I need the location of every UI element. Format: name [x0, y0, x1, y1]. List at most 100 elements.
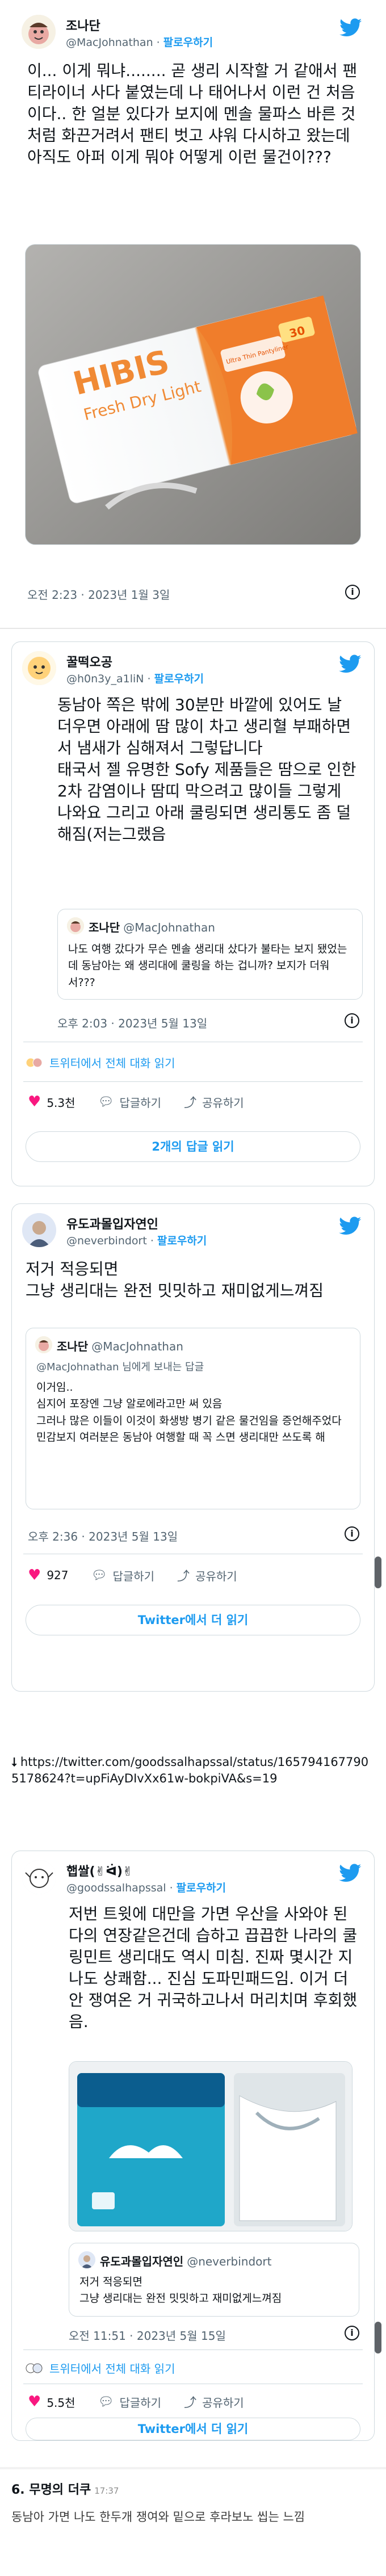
user-name[interactable]: 꿀떡오공	[66, 652, 112, 670]
tweet-photo[interactable]	[69, 2061, 353, 2231]
tweet-timestamp[interactable]: 오전 11:51 · 2023년 5월 15일	[69, 2327, 226, 2343]
source-link-text[interactable]: https://twitter.com/goodssalhapssal/stat…	[11, 1755, 368, 1785]
tweet-text: 동남아 쪽은 밖에 30분만 바깥에 있어도 날 더우면 아래에 땀 많이 차고…	[57, 695, 356, 844]
action-bar: ♥ 5.3천 💬︎ 답글하기 ⤴ 공유하기	[28, 1090, 358, 1113]
divider	[23, 1081, 363, 1082]
tweet-header: 조나단 @MacJohnathan · 팔로우하기	[11, 6, 375, 57]
reply-action[interactable]: 💬︎ 답글하기	[91, 1567, 155, 1584]
comment-header: 6. 무명의 더쿠 17:37	[11, 2479, 119, 2498]
like-action[interactable]: ♥ 5.3천	[28, 1094, 75, 1110]
action-bar: ♥ 5.5천 💬︎ 답글하기 ⤴ 공유하기	[28, 2390, 358, 2413]
tweet-embed-3: 유도과몰입자연인 @neverbindort · 팔로우하기 저거 적응되면 그냥 …	[11, 1203, 375, 1692]
user-handle-row: @neverbindort · 팔로우하기	[66, 1235, 207, 1247]
read-thread-label[interactable]: 트위터에서 전체 대화 읽기	[49, 1054, 175, 1071]
read-replies-button[interactable]: 2개의 답글 읽기	[26, 1131, 360, 1162]
user-handle-row: @goodssalhapssal · 팔로우하기	[66, 1882, 226, 1894]
tweet-embed-2: 꿀떡오공 @h0n3y_a1liN · 팔로우하기 동남아 쪽은 밖에 30분만 바…	[11, 641, 375, 1186]
comment-text: 동남아 가면 나도 한두개 쟁여와 밑으로 후라보노 씹는 느낌	[11, 2510, 305, 2524]
scrollbar-thumb[interactable]	[375, 2322, 381, 2353]
avatar[interactable]	[22, 1860, 56, 1894]
quoted-tweet[interactable]: 조나단 @MacJohnathan 나도 여행 갔다가 무슨 멘솔 생리대 샀다가…	[57, 909, 363, 1000]
tweet-text: 저거 적응되면 그냥 생리대는 완전 밋밋하고 재미없게느껴짐	[26, 1260, 324, 1300]
like-action[interactable]: ♥ 927	[28, 1568, 69, 1583]
follow-button[interactable]: 팔로우하기	[177, 1882, 226, 1894]
follow-button[interactable]: 팔로우하기	[163, 36, 213, 49]
read-more-button[interactable]: Twitter에서 더 읽기	[26, 2418, 360, 2440]
reply-label: 답글하기	[119, 1096, 162, 1110]
mini-avatars-icon	[26, 1058, 43, 1067]
tweet-embed-1: 조나단 @MacJohnathan · 팔로우하기 이... 이게 뭐냐......…	[11, 6, 375, 624]
heart-icon: ♥	[28, 2393, 41, 2410]
quoted-tweet[interactable]: 유도과몰입자연인 @neverbindort 저거 적응되면 그냥 생리대는 완전…	[69, 2243, 359, 2317]
read-more-button[interactable]: Twitter에서 더 읽기	[26, 1605, 360, 1635]
quoted-avatar	[67, 917, 84, 934]
user-handle-row: @MacJohnathan · 팔로우하기	[66, 36, 213, 49]
share-label: 공유하기	[195, 1569, 237, 1583]
user-handle[interactable]: @neverbindort	[66, 1235, 147, 1247]
quoted-handle: @neverbindort	[187, 2255, 272, 2268]
twitter-bird-icon[interactable]	[339, 1864, 362, 1883]
read-thread-link[interactable]: 트위터에서 전체 대화 읽기	[26, 2360, 175, 2376]
share-action[interactable]: ⤴ 공유하기	[184, 1093, 244, 1111]
user-handle[interactable]: @goodssalhapssal	[66, 1882, 166, 1894]
info-icon[interactable]: i	[345, 2326, 359, 2340]
info-icon[interactable]: i	[345, 585, 360, 599]
reply-label: 답글하기	[112, 1569, 155, 1583]
quoted-handle: @MacJohnathan	[123, 921, 215, 934]
heart-icon: ♥	[28, 1567, 41, 1584]
share-action[interactable]: ⤴ 공유하기	[177, 1566, 237, 1584]
share-label: 공유하기	[202, 1096, 244, 1110]
tweet-timestamp[interactable]: 오후 2:36 · 2023년 5월 13일	[28, 1528, 178, 1544]
tweet-embed-4: 햅쌀(✌ᐛ)✌ @goodssalhapssal · 팔로우하기 저번 트윗에 대만…	[11, 1851, 375, 2441]
like-count: 5.3천	[47, 1096, 75, 1110]
quoted-text: 나도 여행 갔다가 무슨 멘솔 생리대 샀다가 불타는 보지 됐었는데 동남아는…	[68, 943, 347, 989]
twitter-bird-icon[interactable]	[339, 18, 362, 37]
user-name[interactable]: 조나단	[66, 16, 100, 34]
reply-to-line: @MacJohnathan 님에게 보내는 답글	[36, 1361, 204, 1373]
avatar[interactable]	[22, 651, 56, 685]
quoted-user: 조나단 @MacJohnathan	[57, 1337, 183, 1354]
share-label: 공유하기	[202, 2395, 244, 2410]
user-name[interactable]: 유도과몰입자연인	[66, 1214, 158, 1232]
user-handle-row: @h0n3y_a1liN · 팔로우하기	[66, 673, 204, 685]
tweet-header: 유도과몰입자연인 @neverbindort · 팔로우하기	[12, 1204, 374, 1255]
reply-label: 답글하기	[119, 2395, 162, 2410]
info-icon[interactable]: i	[345, 1526, 359, 1541]
read-thread-link[interactable]: 트위터에서 전체 대화 읽기	[26, 1054, 175, 1071]
avatar[interactable]	[22, 1213, 56, 1247]
info-icon[interactable]: i	[345, 1013, 359, 1028]
quoted-tweet[interactable]: 조나단 @MacJohnathan @MacJohnathan 님에게 보내는 답…	[26, 1328, 360, 1509]
scrollbar-thumb[interactable]	[375, 1556, 381, 1588]
follow-button[interactable]: 팔로우하기	[154, 673, 204, 685]
quoted-name: 유도과몰입자연인	[100, 2255, 184, 2268]
avatar[interactable]	[22, 15, 56, 49]
user-handle[interactable]: @h0n3y_a1liN	[66, 673, 144, 685]
tweet-timestamp[interactable]: 오후 2:03 · 2023년 5월 13일	[57, 1014, 207, 1031]
follow-button[interactable]: 팔로우하기	[157, 1235, 207, 1247]
tweet-header: 꿀떡오공 @h0n3y_a1liN · 팔로우하기	[12, 642, 374, 693]
twitter-bird-icon[interactable]	[339, 1216, 362, 1236]
reply-icon: 💬︎	[98, 1094, 114, 1109]
quoted-avatar	[35, 1336, 52, 1353]
quoted-text: 저거 적응되면 그냥 생리대는 완전 밋밋하고 재미없게느껴짐	[79, 2276, 282, 2305]
action-bar: ♥ 927 💬︎ 답글하기 ⤴ 공유하기	[28, 1564, 358, 1587]
twitter-bird-icon[interactable]	[339, 655, 362, 674]
section-divider	[0, 628, 386, 629]
comment-time: 17:37	[94, 2486, 119, 2496]
reply-action[interactable]: 💬︎ 답글하기	[98, 2394, 162, 2410]
quoted-user: 조나단 @MacJohnathan	[89, 918, 215, 935]
reply-icon: 💬︎	[91, 1568, 107, 1583]
like-action[interactable]: ♥ 5.5천	[28, 2394, 75, 2410]
user-handle[interactable]: @MacJohnathan	[66, 36, 153, 49]
tweet-photo[interactable]: HIBIS Fresh Dry Light 30 Ultra Thin Pant…	[25, 244, 361, 545]
reply-action[interactable]: 💬︎ 답글하기	[98, 1094, 162, 1110]
read-thread-label[interactable]: 트위터에서 전체 대화 읽기	[49, 2360, 175, 2376]
share-action[interactable]: ⤴ 공유하기	[184, 2393, 244, 2411]
source-link[interactable]: ⭣ https://twitter.com/goodssalhapssal/sta…	[11, 1754, 372, 1788]
user-name[interactable]: 햅쌀(✌ᐛ)✌	[66, 1861, 133, 1879]
like-count: 927	[47, 1568, 69, 1582]
quoted-handle: @MacJohnathan	[91, 1340, 183, 1353]
tweet-text: 이... 이게 뭐냐........ 곧 생리 시작할 거 같애서 팬티라이너 …	[27, 61, 358, 167]
share-icon: ⤴	[177, 1570, 190, 1584]
tweet-timestamp[interactable]: 오전 2:23 · 2023년 1월 3일	[27, 586, 170, 602]
